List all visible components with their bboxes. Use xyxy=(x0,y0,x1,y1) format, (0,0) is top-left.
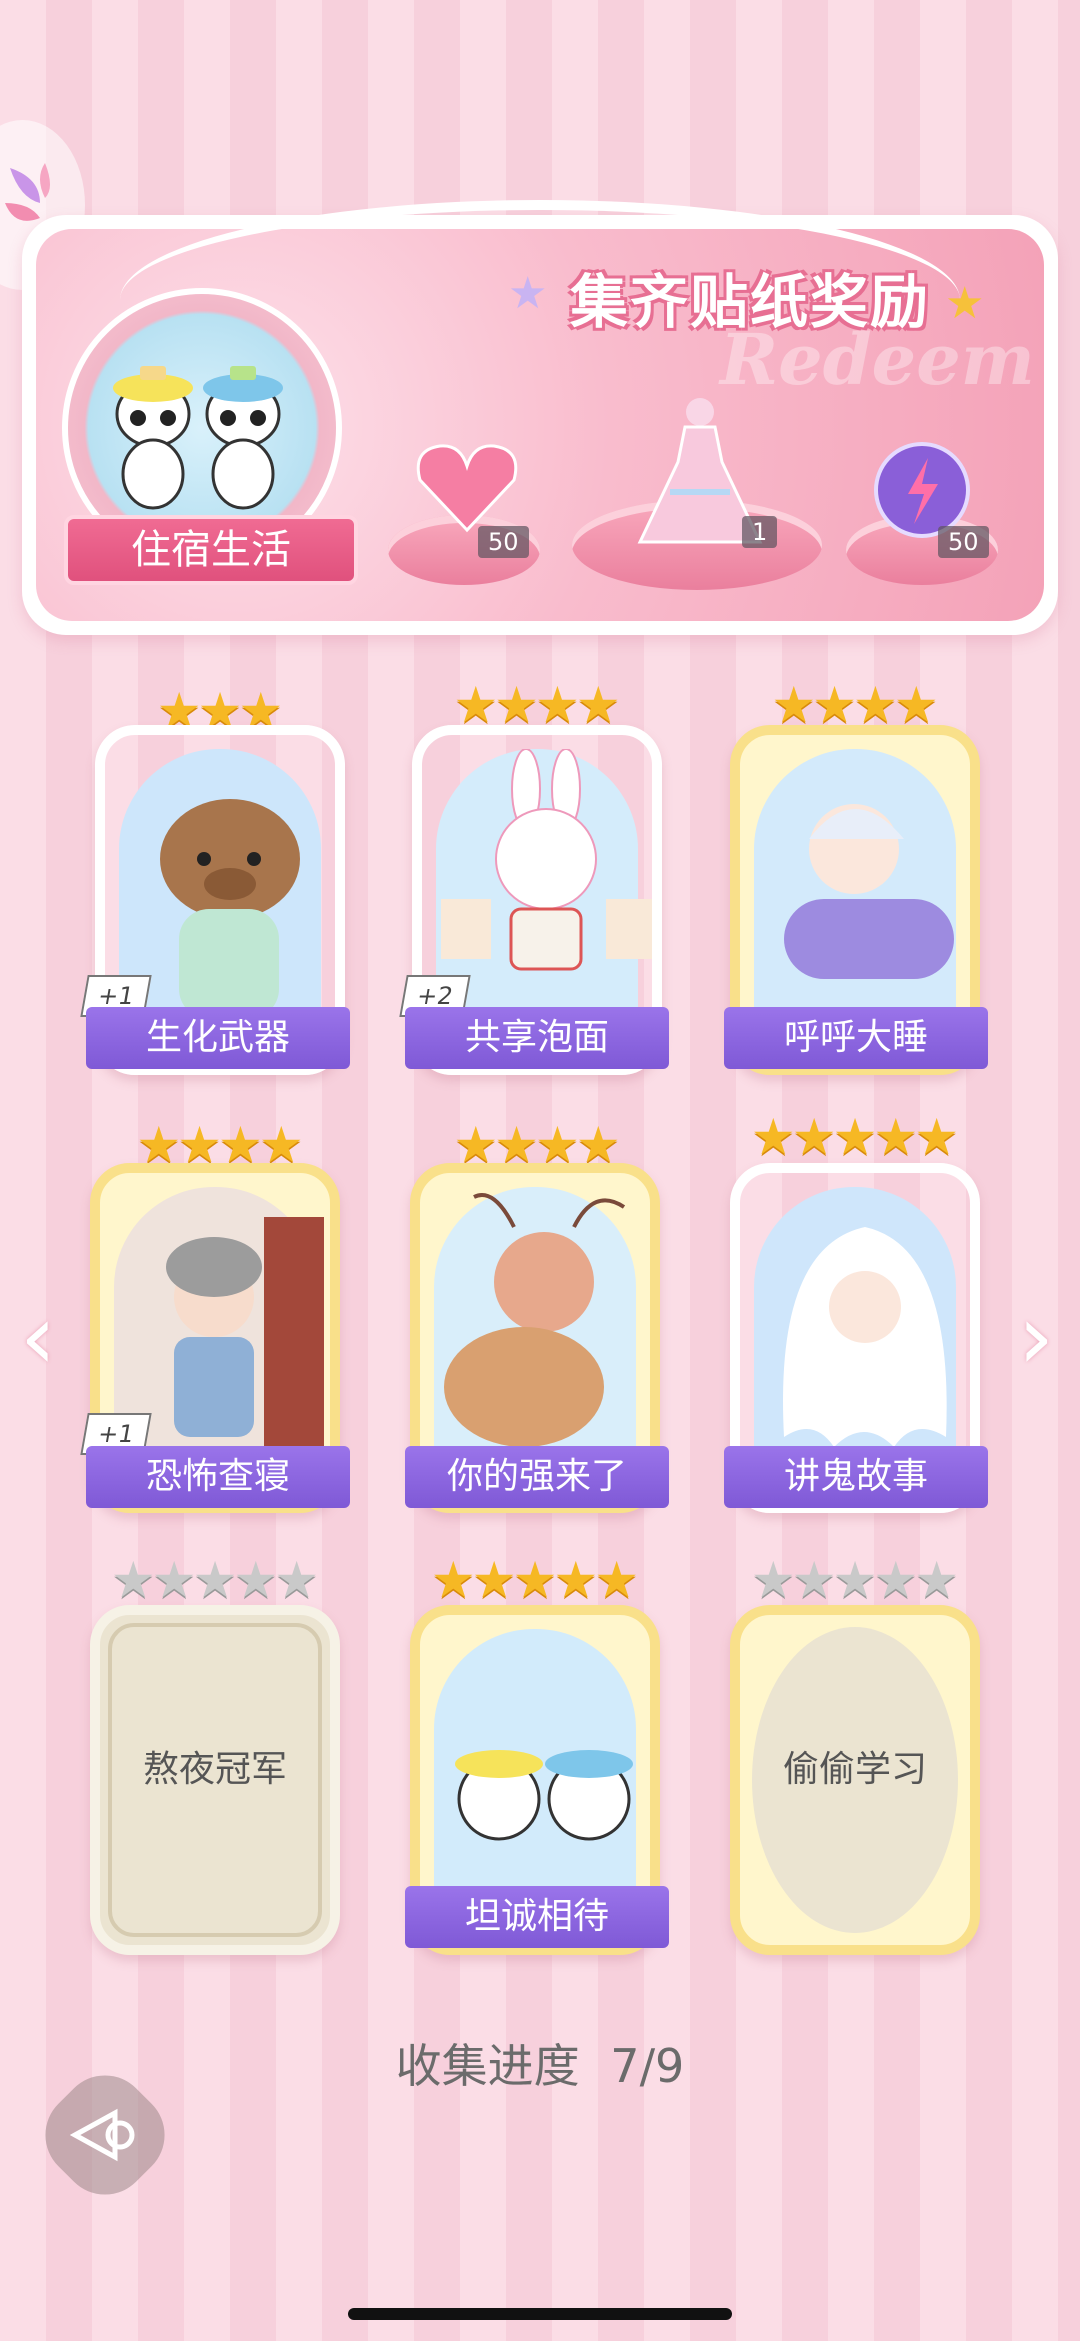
star-icon: ★ xyxy=(832,1551,878,1609)
sticker-title: 生化武器 xyxy=(86,1007,350,1069)
reward-count-badge: 50 xyxy=(938,526,989,558)
cockroach-art xyxy=(434,1187,636,1489)
star-rating: ★ ★ ★ ★ xyxy=(412,680,662,730)
star-icon: ★ xyxy=(873,1551,919,1609)
star-icon: ★ xyxy=(812,676,857,734)
sticker-title: 恐怖查寝 xyxy=(86,1446,350,1508)
sleeping-art xyxy=(754,749,956,1051)
star-icon: ★ xyxy=(471,1551,517,1609)
star-icon: ★ xyxy=(535,676,580,734)
sticker-title: 讲鬼故事 xyxy=(724,1446,988,1508)
star-icon: ★ xyxy=(553,1551,599,1609)
star-icon: ★ xyxy=(914,1108,960,1166)
sticker-title: 共享泡面 xyxy=(405,1007,669,1069)
prev-page-arrow[interactable]: ‹ xyxy=(20,1285,56,1390)
ghost-story-art xyxy=(754,1187,956,1489)
back-arrow-icon xyxy=(69,2105,140,2169)
star-rating: ★ ★ ★ ★ ★ xyxy=(730,1112,980,1162)
capybara-art xyxy=(119,749,321,1051)
star-rating: ★ ★ ★ ★ ★ xyxy=(90,1555,340,1605)
banner-title: 集齐贴纸奖励 xyxy=(569,268,930,336)
sticker-title: 你的强来了 xyxy=(405,1446,669,1508)
progress-label: 收集进度 xyxy=(395,2039,580,2093)
star-icon: ★ xyxy=(274,1551,320,1609)
star-deco-icon: ★ xyxy=(508,268,548,319)
next-page-arrow[interactable]: › xyxy=(1018,1285,1054,1390)
star-icon: ★ xyxy=(914,1551,960,1609)
sticker-title: 呼呼大睡 xyxy=(724,1007,988,1069)
star-icon: ★ xyxy=(594,1551,640,1609)
star-icon: ★ xyxy=(771,676,817,734)
star-icon: ★ xyxy=(192,1551,238,1609)
star-icon: ★ xyxy=(233,1551,279,1609)
sticker-title: 熬夜冠军 xyxy=(142,1749,287,1790)
star-icon: ★ xyxy=(791,1551,837,1609)
star-rating: ★ ★ ★ ★ xyxy=(730,680,980,730)
star-icon: ★ xyxy=(873,1108,919,1166)
star-icon: ★ xyxy=(575,676,621,734)
star-icon: ★ xyxy=(750,1551,796,1609)
progress-value: 7/9 xyxy=(610,2039,685,2093)
star-icon: ★ xyxy=(453,676,499,734)
star-icon: ★ xyxy=(853,676,898,734)
sticker-title: 偷偷学习 xyxy=(782,1749,927,1790)
bunny-noodle-art xyxy=(436,748,652,1051)
sticker-title: 坦诚相待 xyxy=(405,1886,669,1948)
heart-gem-icon xyxy=(412,440,522,539)
star-rating: ★ ★ ★ ★ ★ xyxy=(410,1555,660,1605)
star-icon: ★ xyxy=(110,1551,156,1609)
star-deco-icon: ★ xyxy=(945,278,985,329)
reward-count-badge: 1 xyxy=(742,516,778,548)
collection-progress: 收集进度 7/9 xyxy=(0,2030,1080,2096)
star-icon: ★ xyxy=(512,1551,558,1609)
star-icon: ★ xyxy=(494,676,539,734)
star-icon: ★ xyxy=(832,1108,878,1166)
star-icon: ★ xyxy=(893,676,939,734)
star-icon: ★ xyxy=(430,1551,476,1609)
reward-count-badge: 50 xyxy=(478,526,529,558)
home-indicator[interactable] xyxy=(348,2308,732,2320)
star-icon: ★ xyxy=(791,1108,837,1166)
star-rating: ★ ★ ★ ★ ★ xyxy=(730,1555,980,1605)
collection-name-label: 住宿生活 xyxy=(64,515,358,585)
star-icon: ★ xyxy=(750,1108,796,1166)
star-icon: ★ xyxy=(151,1551,197,1609)
